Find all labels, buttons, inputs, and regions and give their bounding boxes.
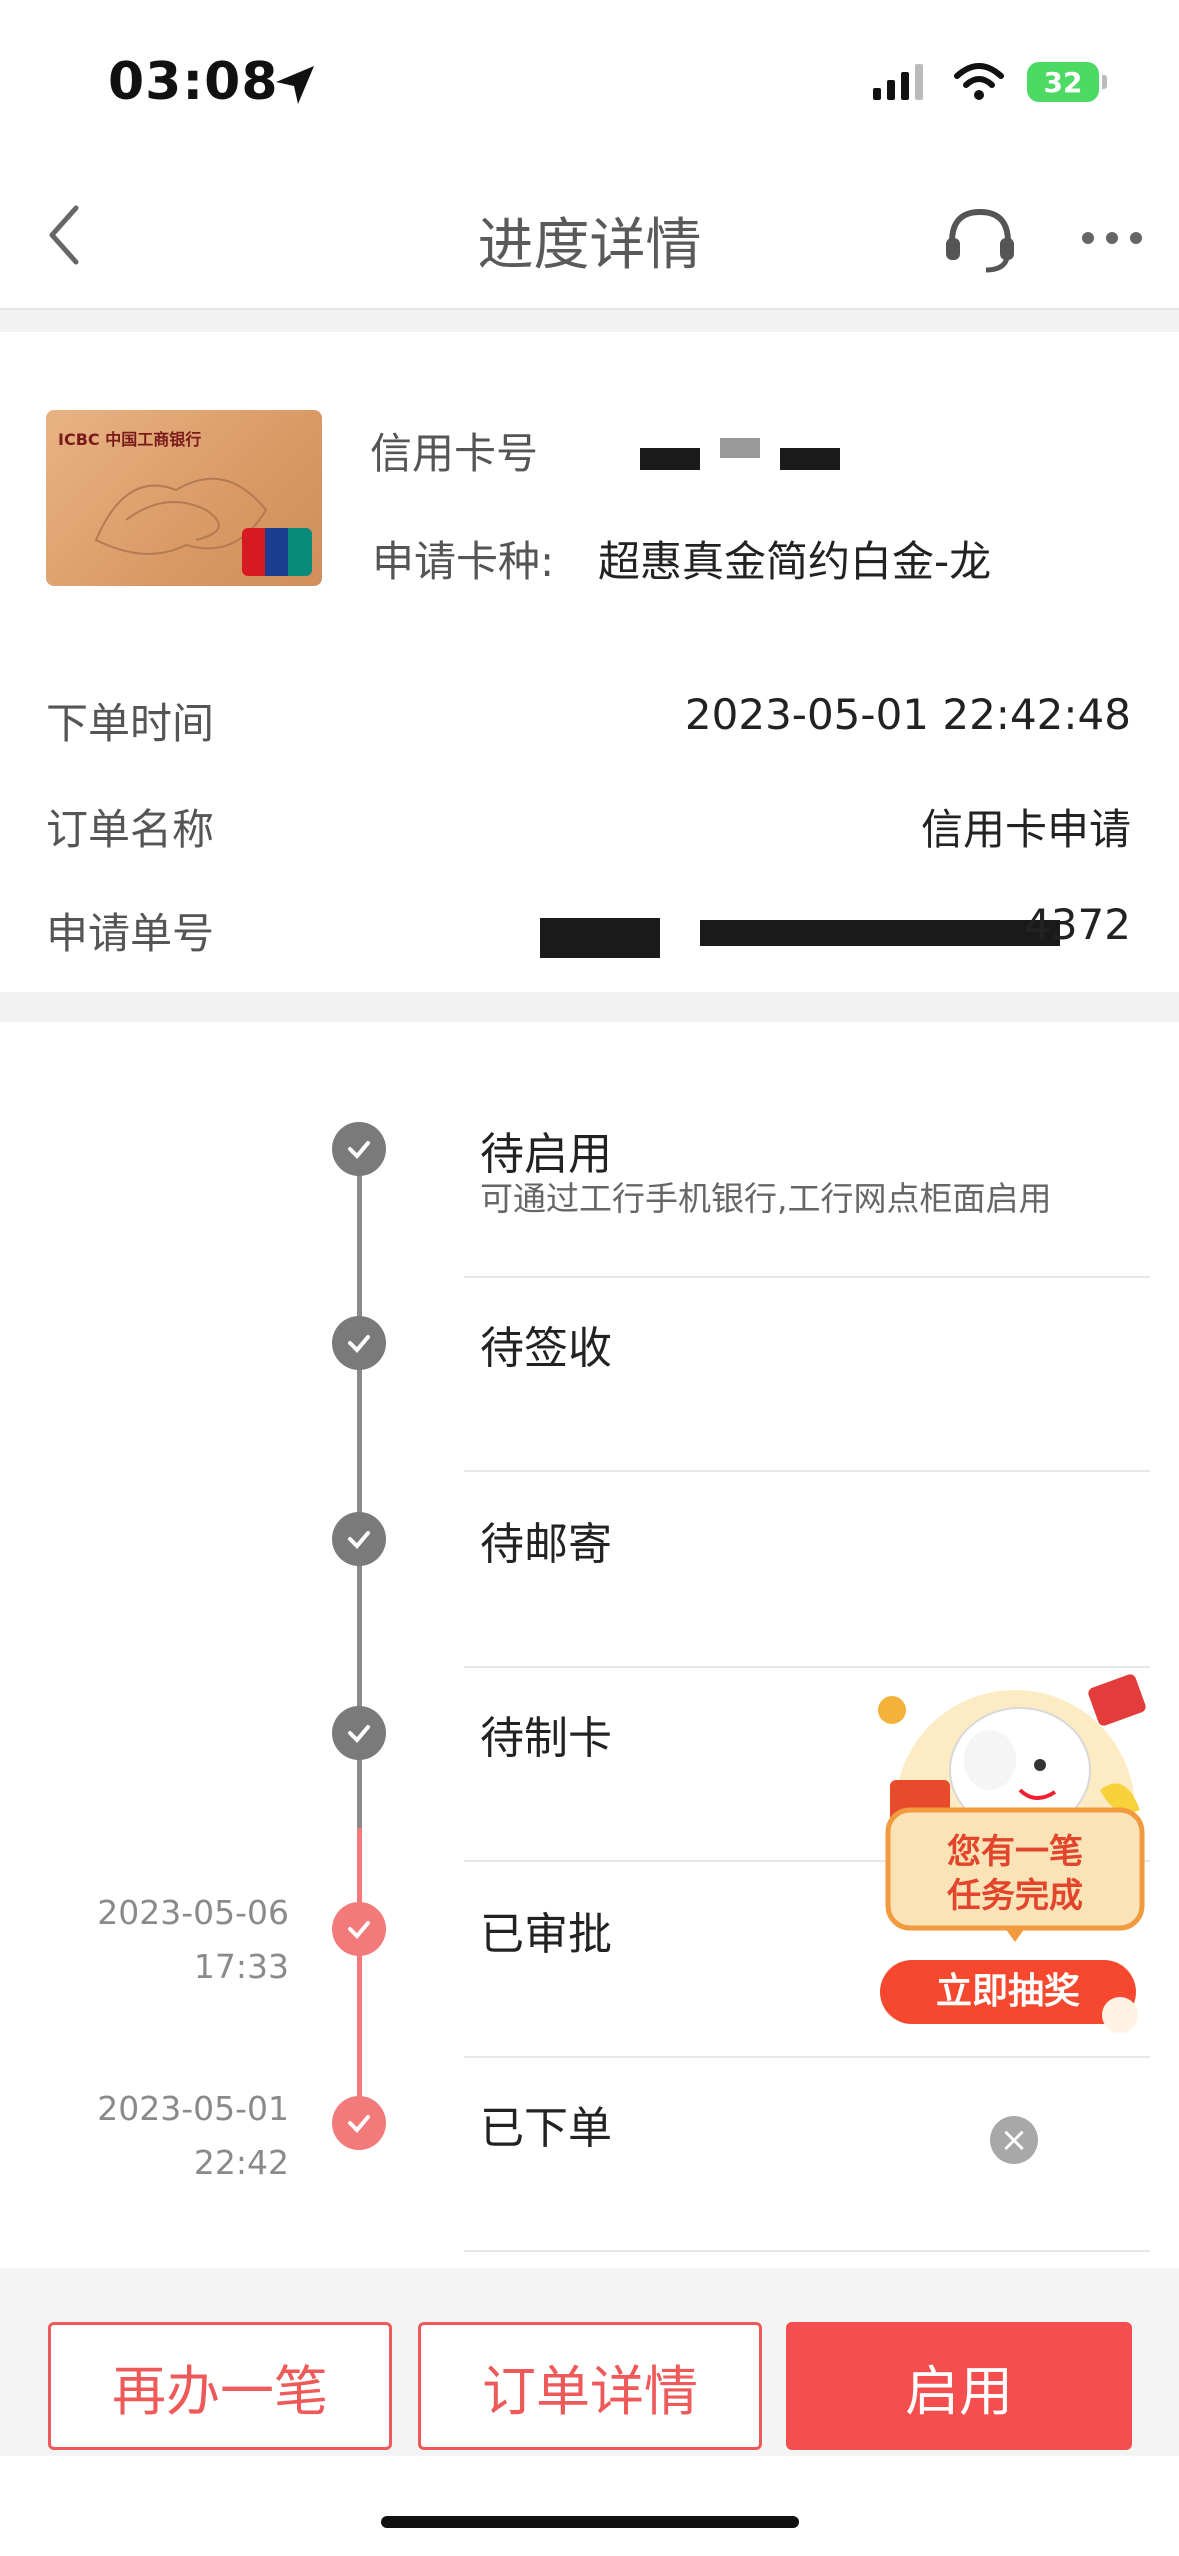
timeline-check-icon <box>332 1122 386 1176</box>
masked-card-number <box>780 448 840 470</box>
section-divider <box>0 992 1179 1022</box>
timeline-separator <box>464 1470 1150 1472</box>
activate-button[interactable]: 启用 <box>786 2322 1132 2450</box>
timeline-date: 2023-05-06 17:33 <box>97 1886 289 1994</box>
masked-card-number <box>640 448 700 470</box>
card-type-label: 申请卡种: <box>372 537 555 586</box>
location-arrow-icon <box>276 66 314 104</box>
order-details-button[interactable]: 订单详情 <box>418 2322 762 2450</box>
timeline-separator <box>464 2056 1150 2058</box>
order-name-label: 订单名称 <box>46 805 215 854</box>
timeline-date-time: 22:42 <box>193 2143 289 2182</box>
timeline-date-day: 2023-05-01 <box>97 2089 289 2128</box>
timeline-date-day: 2023-05-06 <box>97 1893 289 1932</box>
signal-icon <box>873 64 923 100</box>
order-name-value: 信用卡申请 <box>920 805 1131 854</box>
credit-card-image: ICBC 中国工商银行 <box>46 410 322 586</box>
timeline-check-icon <box>332 2096 386 2150</box>
promo-message: 您有一笔 任务完成 <box>888 1830 1142 1918</box>
more-icon[interactable] <box>1080 228 1144 248</box>
timeline-separator <box>464 1276 1150 1278</box>
home-indicator <box>381 2516 799 2528</box>
timeline-date-time: 17:33 <box>193 1947 289 1986</box>
masked-order-number <box>540 918 660 958</box>
timeline-date: 2023-05-01 22:42 <box>97 2082 289 2190</box>
lottery-promo-widget[interactable]: 您有一笔 任务完成 立即抽奖 <box>870 1660 1160 2040</box>
card-type-value: 超惠真金简约白金-龙 <box>598 537 992 586</box>
unionpay-logo <box>242 528 312 576</box>
timeline-status: 待制卡 <box>480 1713 612 1764</box>
apply-again-button[interactable]: 再办一笔 <box>48 2322 392 2450</box>
timeline-status: 已审批 <box>480 1909 612 1960</box>
timeline-check-icon <box>332 1512 386 1566</box>
promo-draw-button[interactable]: 立即抽奖 <box>880 1960 1136 2024</box>
timeline-check-icon <box>332 1316 386 1370</box>
timeline-status: 待邮寄 <box>480 1519 612 1570</box>
masked-order-number <box>700 920 1060 946</box>
nav-divider <box>0 308 1179 332</box>
order-number-label: 申请单号 <box>46 909 215 958</box>
timeline-separator <box>464 2250 1150 2252</box>
order-time-value: 2023-05-01 22:42:48 <box>684 690 1131 739</box>
order-time-label: 下单时间 <box>46 699 215 748</box>
order-number-value: 4372 <box>1024 900 1131 949</box>
promo-line-1: 您有一笔 <box>947 1832 1083 1872</box>
timeline-status: 待签收 <box>480 1323 612 1374</box>
timeline-line-done <box>357 1828 362 2118</box>
card-number-label: 信用卡号 <box>370 429 539 478</box>
promo-line-2: 任务完成 <box>947 1876 1083 1916</box>
status-time: 03:08 <box>108 52 279 112</box>
battery-indicator: 32 <box>1027 62 1107 102</box>
close-icon[interactable]: × <box>990 2116 1038 2164</box>
wifi-icon <box>954 63 1004 100</box>
timeline-desc: 可通过工行手机银行,工行网点柜面启用 <box>480 1179 1052 1218</box>
timeline-check-icon <box>332 1902 386 1956</box>
battery-level: 32 <box>1043 65 1083 99</box>
timeline-check-icon <box>332 1706 386 1760</box>
card-brand-logo: ICBC 中国工商银行 <box>58 430 202 449</box>
masked-card-number <box>720 438 760 458</box>
status-indicators: 32 <box>871 62 1107 102</box>
customer-service-icon[interactable] <box>940 202 1020 276</box>
timeline-status: 已下单 <box>480 2103 612 2154</box>
